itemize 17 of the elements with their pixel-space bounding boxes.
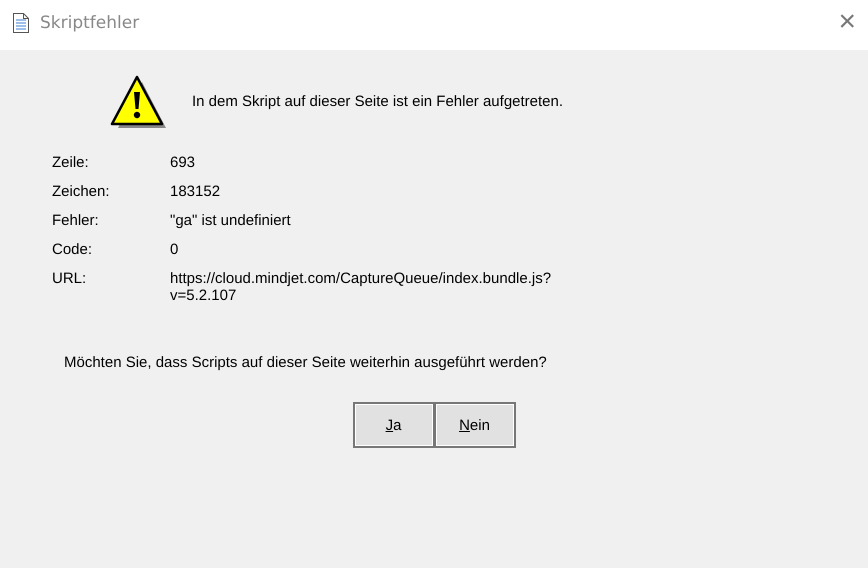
dialog-button[interactable]: Nein <box>434 402 516 448</box>
question-text: Möchten Sie, dass Scripts auf dieser Seite weiterhin ausgeführt werden? <box>64 354 548 371</box>
detail-value: "ga" ist undefiniert <box>170 212 292 229</box>
detail-value: https://cloud.mindjet.com/CaptureQueue/index.bundle.js? v=5.2.107 <box>170 270 552 304</box>
detail-value: 183152 <box>170 183 222 200</box>
detail-label: URL: <box>52 270 88 289</box>
detail-label: Fehler: <box>52 212 100 229</box>
document-icon <box>12 12 30 34</box>
error-message: In dem Skript auf dieser Seite ist ein Fehler aufgetreten. <box>192 92 564 110</box>
window-title: Skriptfehler <box>40 13 140 33</box>
close-button[interactable]: × <box>838 7 856 37</box>
detail-label: Zeile: <box>52 154 90 171</box>
detail-label: Code: <box>52 241 94 258</box>
detail-label: Zeichen: <box>52 183 111 200</box>
dialog-button[interactable]: Ja <box>352 402 434 448</box>
detail-value: 0 <box>170 241 180 258</box>
detail-value: 693 <box>170 154 196 171</box>
